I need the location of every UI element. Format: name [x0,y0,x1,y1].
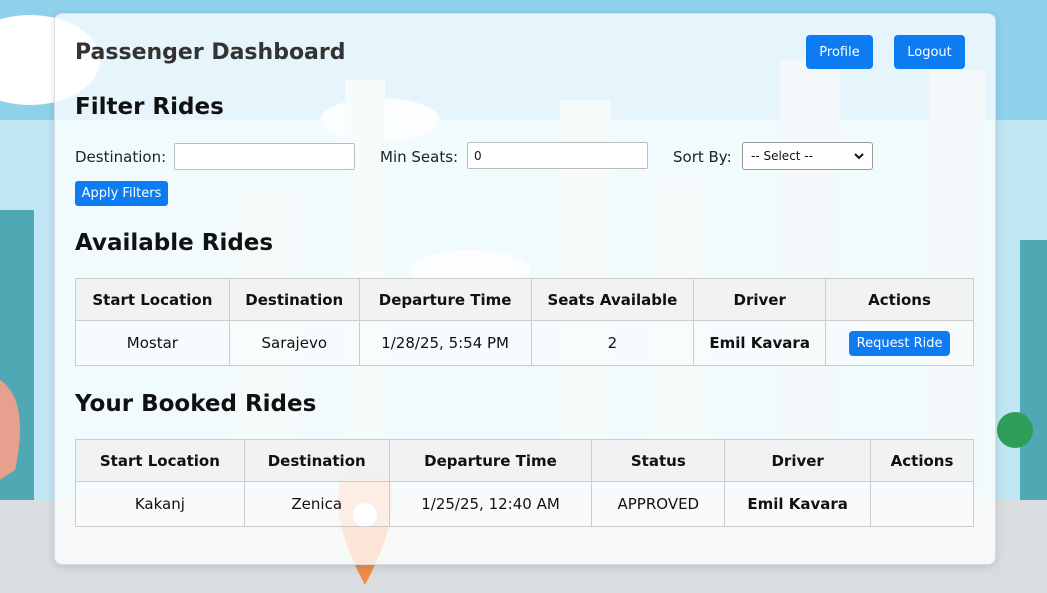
column-header: Seats Available [530,278,695,321]
table-header-row: Start Location Destination Departure Tim… [75,278,974,321]
departure-time-cell: 1/28/25, 5:54 PM [358,320,532,366]
dashboard-card: Passenger Dashboard Profile Logout Filte… [54,13,996,565]
column-header: Destination [243,439,390,482]
profile-button[interactable]: Profile [806,35,873,69]
available-rides-heading: Available Rides [75,230,274,256]
column-header: Destination [228,278,360,321]
driver-cell: Emil Kavara [693,320,827,366]
request-ride-button[interactable]: Request Ride [849,330,951,356]
column-header: Actions [825,278,974,321]
column-header: Departure Time [358,278,532,321]
filter-rides-heading: Filter Rides [75,94,224,120]
table-header-row: Start Location Destination Departure Tim… [75,439,974,482]
destination-label: Destination: [75,148,167,166]
logout-button[interactable]: Logout [894,35,965,69]
actions-cell [870,481,974,527]
seats-available-cell: 2 [530,320,695,366]
apply-filters-button[interactable]: Apply Filters [75,181,168,206]
status-cell: APPROVED [591,481,726,527]
column-header: Driver [693,278,827,321]
chevron-down-icon [854,152,864,159]
departure-time-cell: 1/25/25, 12:40 AM [388,481,593,527]
column-header: Status [591,439,726,482]
start-location-cell: Mostar [75,320,230,366]
min-seats-input[interactable]: 0 [467,142,648,169]
sort-by-label: Sort By: [673,148,732,166]
available-rides-table: Start Location Destination Departure Tim… [75,278,974,366]
table-row: Kakanj Zenica 1/25/25, 12:40 AM APPROVED… [75,481,974,527]
driver-cell: Emil Kavara [724,481,872,527]
sort-by-selected-value: -- Select -- [751,149,813,163]
sort-by-select[interactable]: -- Select -- [742,142,873,170]
table-row: Mostar Sarajevo 1/28/25, 5:54 PM 2 Emil … [75,320,974,366]
column-header: Start Location [75,278,230,321]
min-seats-label: Min Seats: [380,148,459,166]
booked-rides-table: Start Location Destination Departure Tim… [75,439,974,527]
column-header: Departure Time [388,439,593,482]
start-location-cell: Kakanj [75,481,245,527]
booked-rides-heading: Your Booked Rides [75,391,317,417]
destination-cell: Zenica [243,481,390,527]
destination-cell: Sarajevo [228,320,360,366]
destination-input[interactable] [174,143,355,170]
column-header: Driver [724,439,872,482]
column-header: Start Location [75,439,245,482]
actions-cell: Request Ride [825,320,974,366]
page-title: Passenger Dashboard [75,40,346,65]
column-header: Actions [870,439,974,482]
